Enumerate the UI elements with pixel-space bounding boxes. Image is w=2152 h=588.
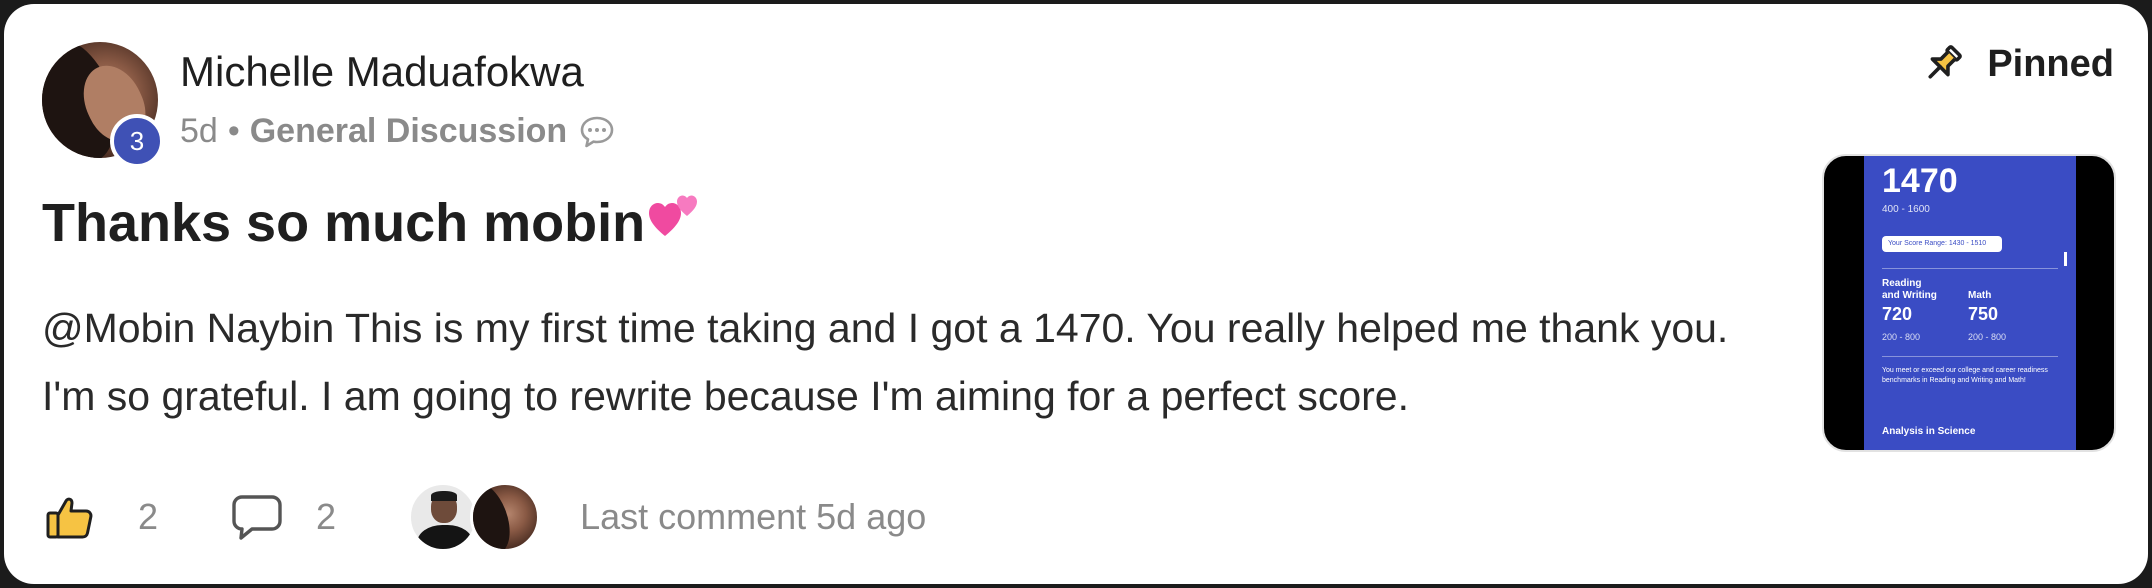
benchmark-note: You meet or exceed our college and caree… (1882, 367, 2048, 384)
last-comment-time: Last comment 5d ago (580, 496, 927, 537)
total-score: 1470 (1882, 162, 1958, 200)
section-label-math: Math (1968, 290, 1992, 301)
attachment-thumbnail[interactable]: 1470 400 - 1600 Your Score Range: 1430 -… (1822, 154, 2116, 452)
section-score-math: 750 (1968, 304, 1999, 324)
level-badge: 3 (110, 114, 164, 168)
post-time: 5d (180, 112, 218, 150)
pin-icon (1921, 42, 1965, 86)
image-scrollbar (2064, 252, 2067, 266)
section-score-reading: 720 (1882, 304, 1913, 324)
section-label-reading: Reading and Writing (1882, 278, 1937, 301)
post-body: @Mobin Naybin This is my first time taki… (42, 305, 1729, 419)
post-meta: 5d • General Discussion (180, 112, 615, 151)
post-title-text: Thanks so much mobin (42, 193, 646, 253)
meta-separator: • (227, 112, 240, 150)
author-name[interactable]: Michelle Maduafokwa (180, 48, 584, 96)
pinned-indicator: Pinned (1921, 42, 2114, 86)
commenter-avatars (408, 482, 541, 552)
comment-count: 2 (316, 496, 337, 537)
section-range-math: 200 - 800 (1968, 332, 2007, 342)
analysis-label: Analysis in Science (1882, 426, 1976, 437)
divider (1882, 356, 2058, 357)
score-report-image: 1470 400 - 1600 Your Score Range: 1430 -… (1864, 156, 2076, 450)
post-card[interactable]: 3 Michelle Maduafokwa 5d • General Discu… (4, 4, 2148, 584)
thumbs-up-icon[interactable] (44, 491, 96, 543)
comment-bubble-icon[interactable] (230, 492, 284, 542)
like-count: 2 (138, 496, 159, 537)
chat-bubble-icon (579, 115, 615, 149)
post-footer: 2 2 Last comment 5d ago (44, 482, 926, 552)
total-score-range: 400 - 1600 (1882, 204, 1930, 215)
commenter-avatar[interactable] (408, 482, 479, 552)
post-title[interactable]: Thanks so much mobin (42, 192, 703, 254)
divider (1882, 268, 2058, 269)
category-link[interactable]: General Discussion (250, 112, 567, 151)
score-range-pill: Your Score Range: 1430 - 1510 (1882, 236, 2002, 252)
pinned-label: Pinned (1987, 42, 2114, 85)
commenter-avatar[interactable] (470, 482, 541, 552)
two-hearts-emoji (647, 186, 703, 242)
section-range-reading: 200 - 800 (1882, 332, 1921, 342)
